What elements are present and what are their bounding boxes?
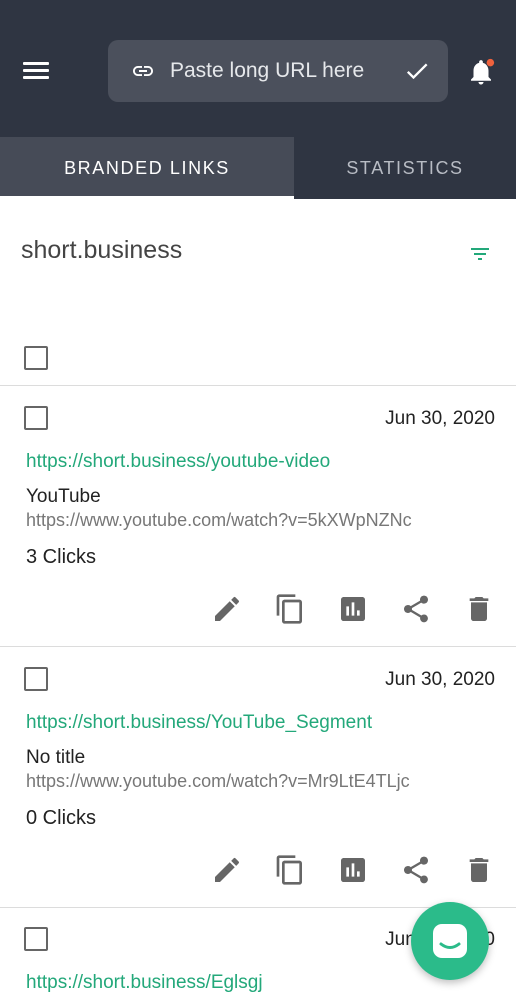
stats-icon[interactable]: [337, 854, 369, 886]
link-date: Jun 30, 2020: [385, 669, 495, 690]
delete-icon[interactable]: [463, 593, 495, 625]
link-title: No title: [26, 747, 86, 768]
tab-statistics[interactable]: STATISTICS: [294, 137, 516, 199]
share-icon[interactable]: [400, 854, 432, 886]
select-all-checkbox[interactable]: [24, 346, 48, 370]
copy-icon[interactable]: [274, 593, 306, 625]
check-icon[interactable]: [402, 57, 432, 85]
link-checkbox[interactable]: [24, 406, 48, 430]
link-title: YouTube: [26, 486, 101, 507]
stats-icon[interactable]: [337, 593, 369, 625]
link-icon: [133, 66, 153, 76]
link-checkbox[interactable]: [24, 927, 48, 951]
short-link[interactable]: https://short.business/Eglsgj: [26, 972, 263, 994]
notification-dot: [486, 58, 495, 67]
url-input-box: [108, 40, 448, 102]
click-count: 3 Clicks: [26, 546, 97, 568]
long-url: https://www.youtube.com/watch?v=5kXWpNZN…: [26, 510, 412, 530]
edit-icon[interactable]: [211, 854, 243, 886]
url-input[interactable]: [170, 54, 390, 88]
menu-icon[interactable]: [23, 59, 51, 83]
domain-title: short.business: [21, 236, 183, 264]
link-date: Jun 30, 2020: [385, 408, 495, 429]
chat-icon: [433, 924, 467, 958]
delete-icon[interactable]: [463, 854, 495, 886]
copy-icon[interactable]: [274, 854, 306, 886]
bell-icon[interactable]: [466, 56, 496, 88]
tab-bar: BRANDED LINKS STATISTICS: [0, 137, 516, 199]
chat-button[interactable]: [411, 902, 489, 980]
filter-icon[interactable]: [466, 242, 494, 266]
short-link[interactable]: https://short.business/youtube-video: [26, 451, 330, 473]
link-card: Jun 30, 2020 https://short.business/yout…: [0, 386, 516, 646]
active-tab-indicator: [0, 196, 294, 199]
share-icon[interactable]: [400, 593, 432, 625]
link-card: Jun 30, 2020 https://short.business/YouT…: [0, 647, 516, 907]
tab-branded-links[interactable]: BRANDED LINKS: [0, 137, 294, 199]
edit-icon[interactable]: [211, 593, 243, 625]
long-url: https://www.youtube.com/watch?v=Mr9LtE4T…: [26, 771, 410, 791]
click-count: 0 Clicks: [26, 807, 97, 829]
link-checkbox[interactable]: [24, 667, 48, 691]
app-bar: [0, 0, 516, 137]
short-link[interactable]: https://short.business/YouTube_Segment: [26, 712, 372, 734]
